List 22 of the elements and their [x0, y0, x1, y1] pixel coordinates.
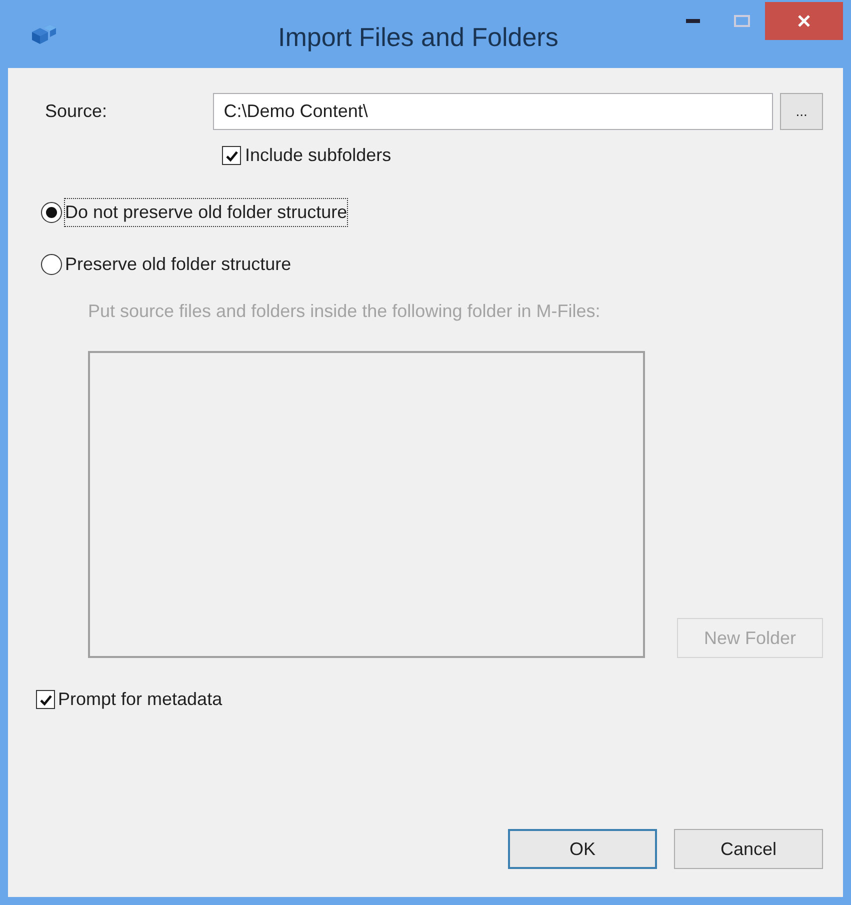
minimize-icon	[686, 19, 700, 23]
radio-label: Preserve old folder structure	[65, 253, 292, 276]
checkbox[interactable]	[222, 146, 241, 165]
radio-button[interactable]	[41, 254, 62, 275]
browse-button[interactable]: ...	[780, 93, 823, 130]
checkbox[interactable]	[36, 690, 55, 709]
ok-button[interactable]: OK	[508, 829, 657, 869]
radio-label: Do not preserve old folder structure	[65, 199, 348, 226]
window-title: Import Files and Folders	[278, 21, 558, 54]
cancel-button[interactable]: Cancel	[674, 829, 823, 869]
radio-button[interactable]	[41, 202, 62, 223]
close-icon	[797, 14, 811, 28]
cubes-logo-icon	[30, 24, 58, 46]
checkmark-icon	[38, 692, 52, 706]
checkmark-icon	[224, 148, 238, 162]
close-button[interactable]	[765, 2, 843, 40]
source-field[interactable]: C:\Demo Content\	[212, 93, 774, 130]
checkbox-label: Include subfolders	[245, 144, 392, 167]
checkbox-label: Prompt for metadata	[58, 688, 222, 711]
source-label: Source:	[45, 100, 108, 123]
maximize-icon	[734, 15, 750, 27]
target-folder-hint: Put source files and folders inside the following folder in M-Files:	[88, 300, 602, 323]
